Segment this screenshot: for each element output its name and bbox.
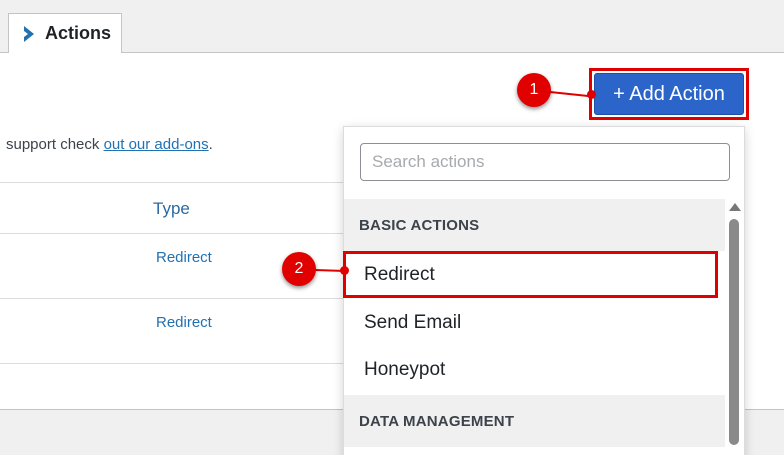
addons-link[interactable]: out our add-ons: [104, 136, 209, 153]
callout-marker-1: 1: [517, 73, 551, 107]
menu-item-honeypot[interactable]: Honeypot: [344, 346, 725, 394]
row-type-cell: Redirect: [156, 249, 212, 266]
help-text: support check out our add-ons.: [6, 136, 213, 153]
tab-actions[interactable]: Actions: [8, 13, 122, 53]
tab-label: Actions: [45, 23, 112, 43]
table-header: Type: [0, 183, 360, 234]
column-header-type[interactable]: Type: [153, 199, 190, 219]
highlight-redirect: [343, 251, 718, 298]
group-header-basic-actions: BASIC ACTIONS: [344, 199, 725, 251]
add-action-button[interactable]: + Add Action: [594, 73, 744, 115]
row-type-cell: Redirect: [156, 314, 212, 331]
table-row: Redirect: [0, 299, 360, 364]
help-prefix: support check: [6, 136, 104, 153]
dropdown-scrollbar[interactable]: [725, 199, 744, 455]
scroll-up-arrow-icon[interactable]: [729, 203, 741, 211]
chevron-right-icon: [24, 25, 34, 42]
callout-dot-2: [340, 266, 349, 275]
search-actions-input[interactable]: [360, 143, 730, 181]
callout-marker-2: 2: [282, 252, 316, 286]
help-suffix: .: [208, 136, 213, 153]
group-header-data-management: DATA MANAGEMENT: [344, 395, 725, 447]
menu-item-send-email[interactable]: Send Email: [344, 299, 725, 347]
scroll-thumb[interactable]: [729, 219, 739, 445]
callout-dot-1: [587, 90, 596, 99]
